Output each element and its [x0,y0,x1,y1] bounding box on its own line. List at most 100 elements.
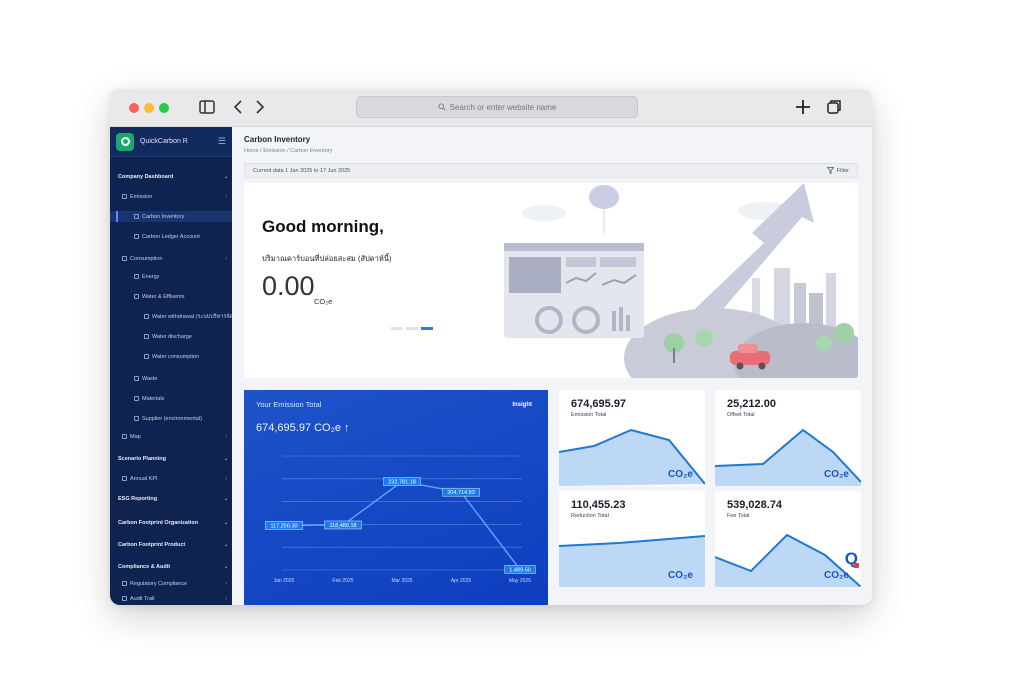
banner-pager[interactable] [391,327,433,330]
sidebar-item-label: Carbon Inventory [142,213,185,220]
menu-item-icon [134,234,139,239]
sidebar-item[interactable]: Carbon Ledger Account [110,231,232,242]
sidebar-item[interactable]: Waste [110,373,232,384]
sidebar-item[interactable]: Materials [110,393,232,404]
card-label: Offset Total [727,412,755,418]
data-label: 118,480.18 [329,523,356,529]
back-arrow-icon[interactable] [232,98,244,120]
menu-item-icon [134,214,139,219]
reduction-total-card[interactable]: 110,455.23 Reduction Total CO₂e [559,491,705,587]
sidebar-item-label: Regulatory Compliance [130,580,188,587]
sidebar-item[interactable]: Annual KPI › [110,473,232,484]
chevron-icon: › [225,433,227,440]
sidebar-item[interactable]: Scenario Planning ⌄ [110,453,232,464]
cumulative-emission-label: ปริมาณคาร์บอนที่ปล่อยสะสม (สัปดาห์นี้) [262,254,392,263]
menu-collapse-icon[interactable]: ☰ [218,136,226,147]
sidebar-item[interactable]: Water consumption [110,351,232,362]
sidebar-item[interactable]: Supplier (environmental) [110,413,232,424]
address-bar[interactable]: Search or enter website name [356,96,638,118]
card-label: Reduction Total [571,513,609,519]
sidebar-item[interactable]: Water & Effluents [110,291,232,302]
emission-total-panel: Your Emission Total Insight 674,695.97 C… [244,390,548,605]
fee-total-card[interactable]: 539,028.74 Fee Total Q CO₂e [715,491,861,587]
sidebar-item-label: Carbon Ledger Account [142,233,200,240]
filter-button[interactable]: Filter [826,167,849,174]
data-label: 204,714.83 [447,490,475,496]
pager-dot[interactable] [391,327,403,330]
brand-q-logo: Q [844,549,860,568]
insight-button[interactable]: Insight [512,402,532,408]
card-value: 674,695.97 [571,398,627,410]
sidebar-item-label: Compliance & Audit [118,563,171,570]
greeting-banner: Good morning, ปริมาณคาร์บอนที่ปล่อยสะสม … [244,183,858,378]
sidebar-item[interactable]: ESG Reporting ⌄ [110,493,232,504]
sidebar-item[interactable]: Carbon Footprint Product ⌄ [110,539,232,550]
sidebar-item[interactable]: Emission › [110,191,232,202]
sidebar-item-label: Waste [142,375,158,382]
city-growth-illustration [504,183,858,378]
sidebar-item[interactable]: Water discharge [110,331,232,342]
tab-overview-icon[interactable] [825,98,843,120]
pager-dot-active[interactable] [421,327,433,330]
sidebar-item[interactable]: Carbon Footprint Organization ⌄ [110,517,232,528]
sidebar-item-label: Water discharge [152,333,192,340]
app-logo [116,132,134,151]
chevron-icon: ⌄ [223,541,229,548]
card-value: 25,212.00 [727,398,776,410]
menu-item-icon [134,376,139,381]
data-label: 232,781.18 [388,480,416,486]
sidebar-item-label: Company Dashboard [118,173,174,180]
cumulative-emission-value: 0.00 [262,271,315,301]
sidebar-toggle-icon[interactable] [198,98,216,120]
chevron-icon: › [225,193,227,200]
x-tick-label: Apr 2025 [451,578,472,584]
sidebar-item-label: Map [130,433,141,440]
menu-item-icon [144,314,149,319]
breadcrumb[interactable]: Home / Emission / Carbon Inventory [244,148,332,154]
filter-icon [826,167,834,174]
sidebar-item-label: Consumption [130,255,163,262]
sidebar-item-label: Carbon Footprint Product [118,541,186,548]
minimize-window-button[interactable] [144,103,154,113]
data-label: 1,489.50 [509,567,530,573]
menu-item-icon [122,194,127,199]
forward-arrow-icon[interactable] [254,98,266,120]
sidebar-item[interactable]: Energy [110,271,232,282]
sidebar-item[interactable]: Company Dashboard ⌄ [110,171,232,182]
sidebar-header: QuickCarbon R ☰ [110,127,232,157]
sidebar-item[interactable]: Water withdrawal (ระบบบริหารจัดการน้ำ) [110,311,232,322]
close-window-button[interactable] [129,103,139,113]
x-tick-label: May 2025 [509,578,531,584]
x-tick-label: Mar 2025 [391,578,412,584]
sidebar-item-label: Water withdrawal (ระบบบริหารจัดการน้ำ) [152,313,232,320]
sidebar-item[interactable]: Carbon Inventory [110,211,232,222]
address-placeholder: Search or enter website name [449,102,557,112]
new-tab-icon[interactable] [794,98,812,120]
cumulative-emission-unit: CO₂e [314,297,333,306]
chevron-icon: ⌄ [223,519,229,526]
menu-item-icon [134,396,139,401]
sidebar-item[interactable]: Map › [110,431,232,442]
sidebar-item[interactable]: Regulatory Compliance › [110,578,232,589]
card-label: Emission Total [571,412,607,418]
menu-item-icon [134,294,139,299]
card-unit: CO₂e [823,469,849,480]
card-value: 110,455.23 [571,499,626,511]
maximize-window-button[interactable] [159,103,169,113]
sidebar-item[interactable]: Audit Trail › [110,593,232,604]
emission-total-card[interactable]: 674,695.97 Emission Total CO₂e [559,390,705,486]
sidebar-item[interactable]: Compliance & Audit ⌄ [110,561,232,572]
menu-item-icon [134,416,139,421]
sidebar-item[interactable]: Consumption › [110,253,232,264]
card-label: Fee Total [727,513,750,519]
greeting-text: Good morning, [262,217,384,236]
offset-total-card[interactable]: 25,212.00 Offset Total CO₂e [715,390,861,486]
browser-window: Search or enter website name QuickCarbon… [110,89,872,605]
menu-item-icon [122,581,127,586]
page-title: Carbon Inventory [244,135,311,144]
pager-dot[interactable] [406,327,418,330]
filter-label: Filter [836,167,849,174]
emission-line-chart: 117,250.30 Jan 2025 118,480.18 Feb 2025 232,… [265,455,536,584]
chevron-icon: › [225,595,227,602]
menu-item-icon [122,476,127,481]
